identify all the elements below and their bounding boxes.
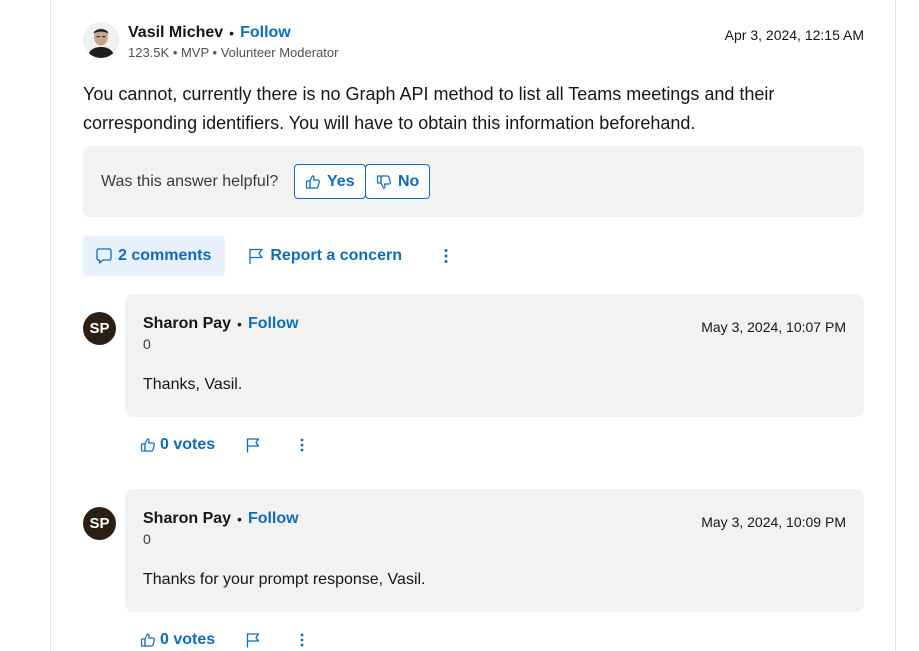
comment-actions: 0 votes xyxy=(140,434,307,456)
comment-author-name[interactable]: Sharon Pay xyxy=(143,315,231,333)
separator-dot: • xyxy=(237,511,242,527)
comment-avatar[interactable]: SP xyxy=(83,507,116,540)
follow-commenter-button[interactable]: Follow xyxy=(248,510,299,528)
comment-bubble: Sharon Pay • Follow 0 May 3, 2024, 10:09… xyxy=(125,489,864,612)
more-vertical-icon xyxy=(300,633,304,647)
comment-avatar[interactable]: SP xyxy=(83,312,116,345)
more-actions-button[interactable] xyxy=(440,247,452,265)
comment-bubble-icon xyxy=(96,248,112,264)
more-vertical-icon xyxy=(444,249,448,263)
comment-votes-label: 0 votes xyxy=(160,436,216,453)
more-vertical-icon xyxy=(300,438,304,452)
flag-icon xyxy=(249,248,264,264)
comment-actions: 0 votes xyxy=(140,629,307,651)
author-name[interactable]: Vasil Michev xyxy=(128,24,223,42)
comment-timestamp: May 3, 2024, 10:09 PM xyxy=(701,514,846,530)
thumbs-up-icon xyxy=(140,438,155,452)
comment-report-button[interactable] xyxy=(245,437,261,453)
comment-text: Thanks, Vasil. xyxy=(143,376,243,393)
comment-author-row: Sharon Pay • Follow xyxy=(143,510,299,528)
comment-author-score: 0 xyxy=(143,531,151,547)
author-meta: 123.5K • MVP • Volunteer Moderator xyxy=(128,45,339,60)
comment-vote-button[interactable]: 0 votes xyxy=(140,436,215,454)
author-name-row: Vasil Michev • Follow xyxy=(128,24,291,42)
thumbs-up-icon xyxy=(305,174,320,189)
helpful-no-label: No xyxy=(398,172,420,190)
thumbs-down-icon xyxy=(376,174,391,189)
comment-author-score: 0 xyxy=(143,336,151,352)
helpful-yes-button[interactable]: Yes xyxy=(294,164,366,199)
separator-dot: • xyxy=(229,25,235,41)
comment-author-row: Sharon Pay • Follow xyxy=(143,315,299,333)
report-concern-label: Report a concern xyxy=(270,247,402,264)
separator-dot: • xyxy=(237,316,242,332)
helpful-question: Was this answer helpful? xyxy=(101,173,279,190)
answer-body: You cannot, currently there is no Graph … xyxy=(83,84,775,133)
comments-button[interactable]: 2 comments xyxy=(83,236,226,276)
comment-more-button[interactable] xyxy=(297,437,307,453)
comment-text: Thanks for your prompt response, Vasil. xyxy=(143,571,426,588)
helpful-no-button[interactable]: No xyxy=(365,164,431,199)
follow-commenter-button[interactable]: Follow xyxy=(248,315,299,333)
answer-actions: 2 comments Report a concern xyxy=(83,236,452,276)
author-avatar[interactable] xyxy=(83,22,119,58)
comment-report-button[interactable] xyxy=(245,632,261,648)
comment-bubble: Sharon Pay • Follow 0 May 3, 2024, 10:07… xyxy=(125,294,864,417)
follow-author-button[interactable]: Follow xyxy=(240,24,291,42)
answer-timestamp: Apr 3, 2024, 12:15 AM xyxy=(724,27,864,43)
comment-vote-button[interactable]: 0 votes xyxy=(140,631,215,649)
comment-author-name[interactable]: Sharon Pay xyxy=(143,510,231,528)
report-concern-button[interactable]: Report a concern xyxy=(247,247,402,265)
flag-icon xyxy=(246,633,260,648)
comments-count-label: 2 comments xyxy=(118,247,212,264)
comment-votes-label: 0 votes xyxy=(160,631,216,648)
flag-icon xyxy=(246,438,260,453)
thumbs-up-icon xyxy=(140,633,155,647)
helpful-yes-label: Yes xyxy=(327,172,355,190)
comment-timestamp: May 3, 2024, 10:07 PM xyxy=(701,319,846,335)
comment-more-button[interactable] xyxy=(297,632,307,648)
helpful-panel: Was this answer helpful? Yes No xyxy=(83,146,864,217)
